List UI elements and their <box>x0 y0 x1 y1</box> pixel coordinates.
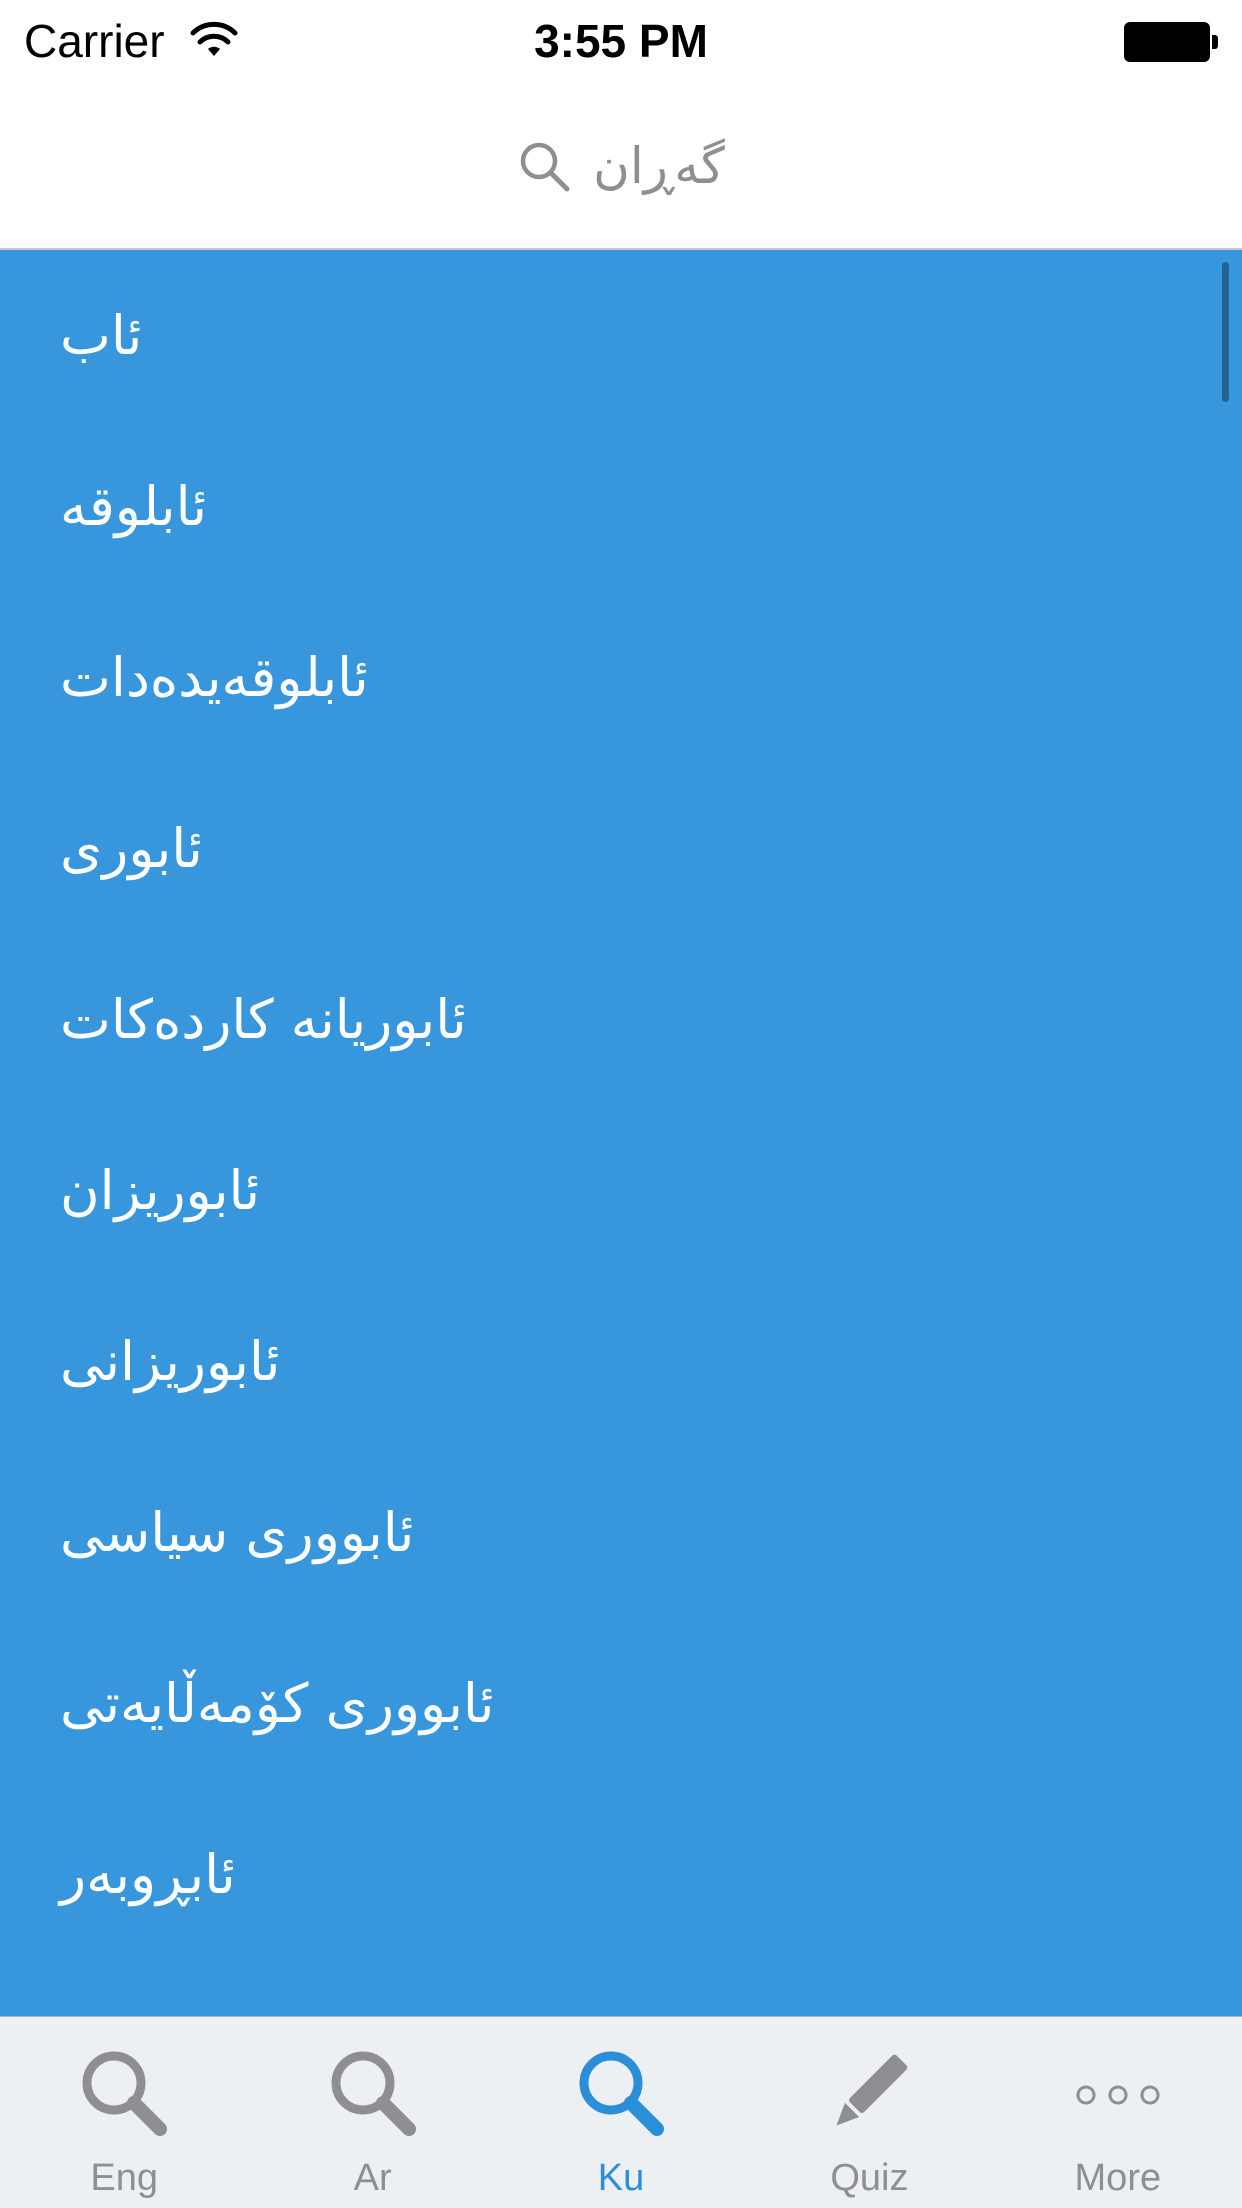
tab-label: Eng <box>90 2157 159 2199</box>
list-item-label: ئابووری سیاسی <box>60 1501 415 1564</box>
list-item-label: ئابوری <box>60 817 203 880</box>
tab-ku[interactable]: Ku <box>497 2017 745 2208</box>
search-icon <box>331 2051 416 2136</box>
tab-label: Quiz <box>830 2157 909 2199</box>
search-bar[interactable]: گەڕان <box>0 84 1242 250</box>
tab-label: Ar <box>353 2157 392 2199</box>
list-item-label: ئابوریزان <box>60 1159 260 1222</box>
list-item-label: ئابووری كۆمەڵایەتی <box>60 1672 495 1735</box>
tab-more[interactable]: More <box>994 2017 1242 2208</box>
list-item-label: ئابلوقه <box>60 475 208 538</box>
list-item[interactable]: ئاب <box>0 250 1242 421</box>
list-item[interactable]: ئابووری سیاسی <box>0 1447 1242 1618</box>
status-time: 3:55 PM <box>534 15 708 67</box>
list-item-label: ئابڕوبەر <box>60 1843 236 1906</box>
list-item-label: ئاب <box>60 304 143 367</box>
list-item[interactable]: ئابڕوبەر <box>0 1789 1242 1960</box>
list-item[interactable]: ئابوریانه كاردەكات <box>0 934 1242 1105</box>
tab-eng[interactable]: Eng <box>0 2017 248 2208</box>
word-list[interactable]: ئاب ئابلوقه ئابلوقەیدەدات ئابوری ئابوریا… <box>0 250 1242 2016</box>
tab-quiz[interactable]: Quiz <box>745 2017 993 2208</box>
list-item[interactable]: ئابلوقەیدەدات <box>0 592 1242 763</box>
battery-icon <box>1124 22 1220 62</box>
more-dots-icon <box>1076 2085 1160 2105</box>
status-bar: Carrier 3:55 PM <box>0 0 1242 84</box>
tab-label: Ku <box>597 2157 645 2199</box>
list-item[interactable]: ئابلوقه <box>0 421 1242 592</box>
app-screen: Carrier 3:55 PM گەڕان ئاب ئابلوقه ئابلوق… <box>0 0 1242 2208</box>
search-icon <box>579 2051 665 2136</box>
tab-ar[interactable]: Ar <box>248 2017 496 2208</box>
pencil-icon <box>836 2054 908 2126</box>
list-item[interactable]: ئابوریزان <box>0 1105 1242 1276</box>
list-item-label: ئابلوقەیدەدات <box>60 646 369 709</box>
list-item[interactable]: ئابوریزانی <box>0 1276 1242 1447</box>
list-item-label: ئابوریزانی <box>60 1330 281 1393</box>
search-icon <box>82 2051 168 2136</box>
list-item[interactable]: ئابوری <box>0 763 1242 934</box>
tab-label: More <box>1074 2157 1162 2199</box>
list-item[interactable]: ئابووری كۆمەڵایەتی <box>0 1618 1242 1789</box>
list-item-label: ئابوریانه كاردەكات <box>60 988 467 1051</box>
scroll-indicator[interactable] <box>1222 262 1229 402</box>
tab-bar: Eng Ar Ku Quiz More <box>0 2016 1242 2208</box>
search-input[interactable] <box>0 84 1242 250</box>
